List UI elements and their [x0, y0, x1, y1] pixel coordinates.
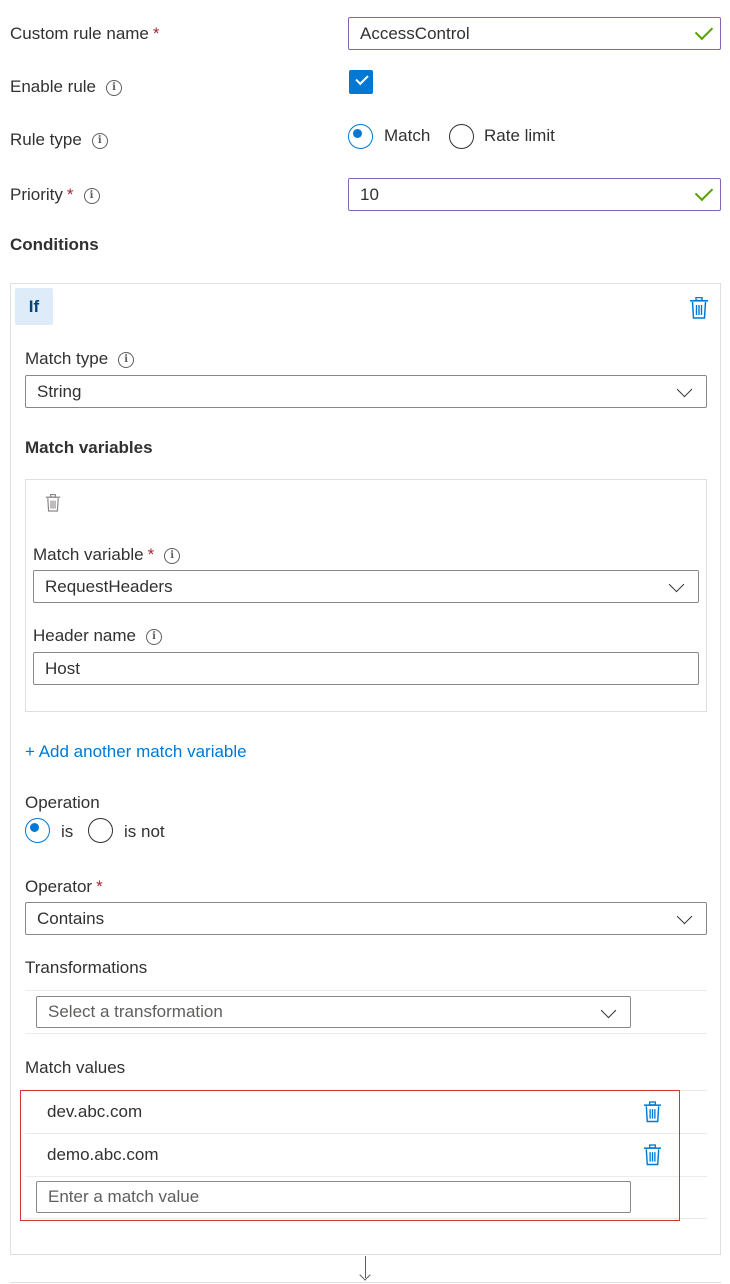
conditions-title: Conditions [10, 235, 99, 254]
match-values-label: Match values [25, 1058, 126, 1077]
divider [25, 1033, 707, 1034]
divider [25, 990, 707, 991]
rule-name-label: Custom rule name * [10, 24, 160, 43]
chevron-down-icon [600, 1002, 617, 1019]
header-name-label: Header name i [33, 626, 163, 646]
info-icon[interactable]: i [106, 79, 123, 96]
operation-label: Operation [25, 793, 100, 812]
operator-label: Operator * [25, 877, 103, 896]
rule-type-rate-limit-label: Rate limit [484, 126, 555, 145]
rule-type-match-radio[interactable] [348, 124, 373, 149]
priority-input[interactable]: 10 [348, 178, 721, 211]
match-type-dropdown[interactable]: String [25, 375, 707, 408]
operation-is-not-radio[interactable] [88, 818, 113, 843]
checkmark-icon [694, 182, 714, 202]
info-icon[interactable]: i [83, 187, 100, 204]
enable-rule-checkbox[interactable] [349, 70, 373, 94]
arrow-down-icon [359, 1269, 371, 1281]
transformations-label: Transformations [25, 958, 148, 977]
info-icon[interactable]: i [146, 628, 163, 645]
chevron-down-icon [676, 908, 693, 925]
delete-icon[interactable] [45, 494, 61, 512]
divider [10, 1282, 721, 1283]
chevron-down-icon [676, 381, 693, 398]
rule-type-label: Rule type i [10, 130, 108, 150]
match-variable-label: Match variable * i [33, 545, 181, 565]
add-match-variable-link[interactable]: + Add another match variable [25, 742, 247, 762]
checkmark-icon [694, 21, 714, 41]
match-variable-dropdown[interactable]: RequestHeaders [33, 570, 699, 603]
operation-is-not-label: is not [124, 822, 165, 841]
rule-type-match-label: Match [384, 126, 431, 145]
rule-name-input[interactable]: AccessControl [348, 17, 721, 50]
info-icon[interactable]: i [118, 351, 135, 368]
info-icon[interactable]: i [164, 547, 181, 564]
info-icon[interactable]: i [91, 132, 108, 149]
match-type-label: Match type i [25, 349, 135, 369]
enable-rule-label: Enable rule i [10, 77, 123, 97]
priority-label: Priority * i [10, 185, 100, 205]
transformation-dropdown[interactable]: Select a transformation [36, 996, 631, 1028]
rule-type-rate-limit-radio[interactable] [449, 124, 474, 149]
operation-is-radio[interactable] [25, 818, 50, 843]
chevron-down-icon [668, 576, 685, 593]
operation-is-label: is [61, 822, 74, 841]
operator-dropdown[interactable]: Contains [25, 902, 707, 935]
highlight-box [20, 1090, 680, 1221]
delete-icon[interactable] [689, 297, 709, 319]
match-variables-title: Match variables [25, 438, 153, 457]
if-badge: If [15, 288, 53, 325]
header-name-input[interactable]: Host [33, 652, 699, 685]
